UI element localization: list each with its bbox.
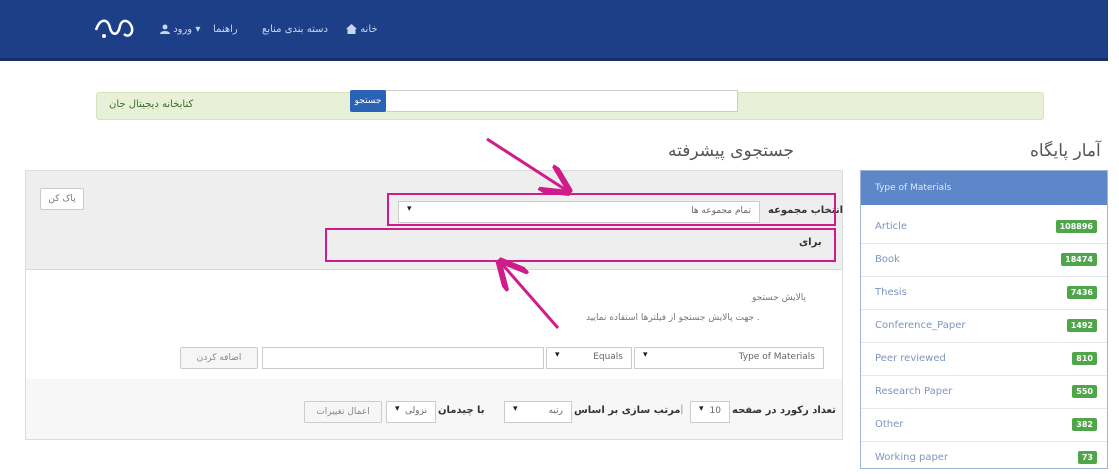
stat-row-book[interactable]: Book 18474 <box>861 244 1107 277</box>
stat-label: Conference_Paper <box>875 320 966 331</box>
stat-label: Research Paper <box>875 386 953 397</box>
count-badge: 7436 <box>1066 286 1097 299</box>
stat-label: Book <box>875 254 900 265</box>
stat-row-research-paper[interactable]: Research Paper 550 <box>861 376 1107 409</box>
count-badge: 108896 <box>1055 220 1097 233</box>
arrow-to-search <box>502 264 560 329</box>
stat-label: Article <box>875 221 908 232</box>
stat-row-conference-paper[interactable]: Conference_Paper 1492 <box>861 310 1107 343</box>
count-badge: 550 <box>1072 385 1097 398</box>
stat-row-peer-reviewed[interactable]: Peer reviewed 810 <box>861 343 1107 376</box>
count-badge: 810 <box>1072 352 1097 365</box>
count-badge: 1492 <box>1066 319 1097 332</box>
stat-label: Peer reviewed <box>875 353 946 364</box>
stat-row-other[interactable]: Other 382 <box>861 409 1107 442</box>
stat-label: Thesis <box>875 287 907 298</box>
count-badge: 73 <box>1077 451 1097 464</box>
stat-label: Other <box>875 419 904 430</box>
stat-label: Working paper <box>875 452 949 463</box>
stat-row-thesis[interactable]: Thesis 7436 <box>861 277 1107 310</box>
stats-header-label: Type of Materials <box>875 183 952 193</box>
stats-panel: Type of Materials Article 108896 Book 18… <box>860 170 1108 469</box>
stat-row-working-paper[interactable]: Working paper 73 <box>861 442 1107 474</box>
arrow-to-collection <box>486 137 566 190</box>
count-badge: 18474 <box>1061 253 1097 266</box>
stats-header: Type of Materials <box>861 171 1107 205</box>
stat-row-article[interactable]: Article 108896 <box>861 211 1107 244</box>
count-badge: 382 <box>1072 418 1097 431</box>
